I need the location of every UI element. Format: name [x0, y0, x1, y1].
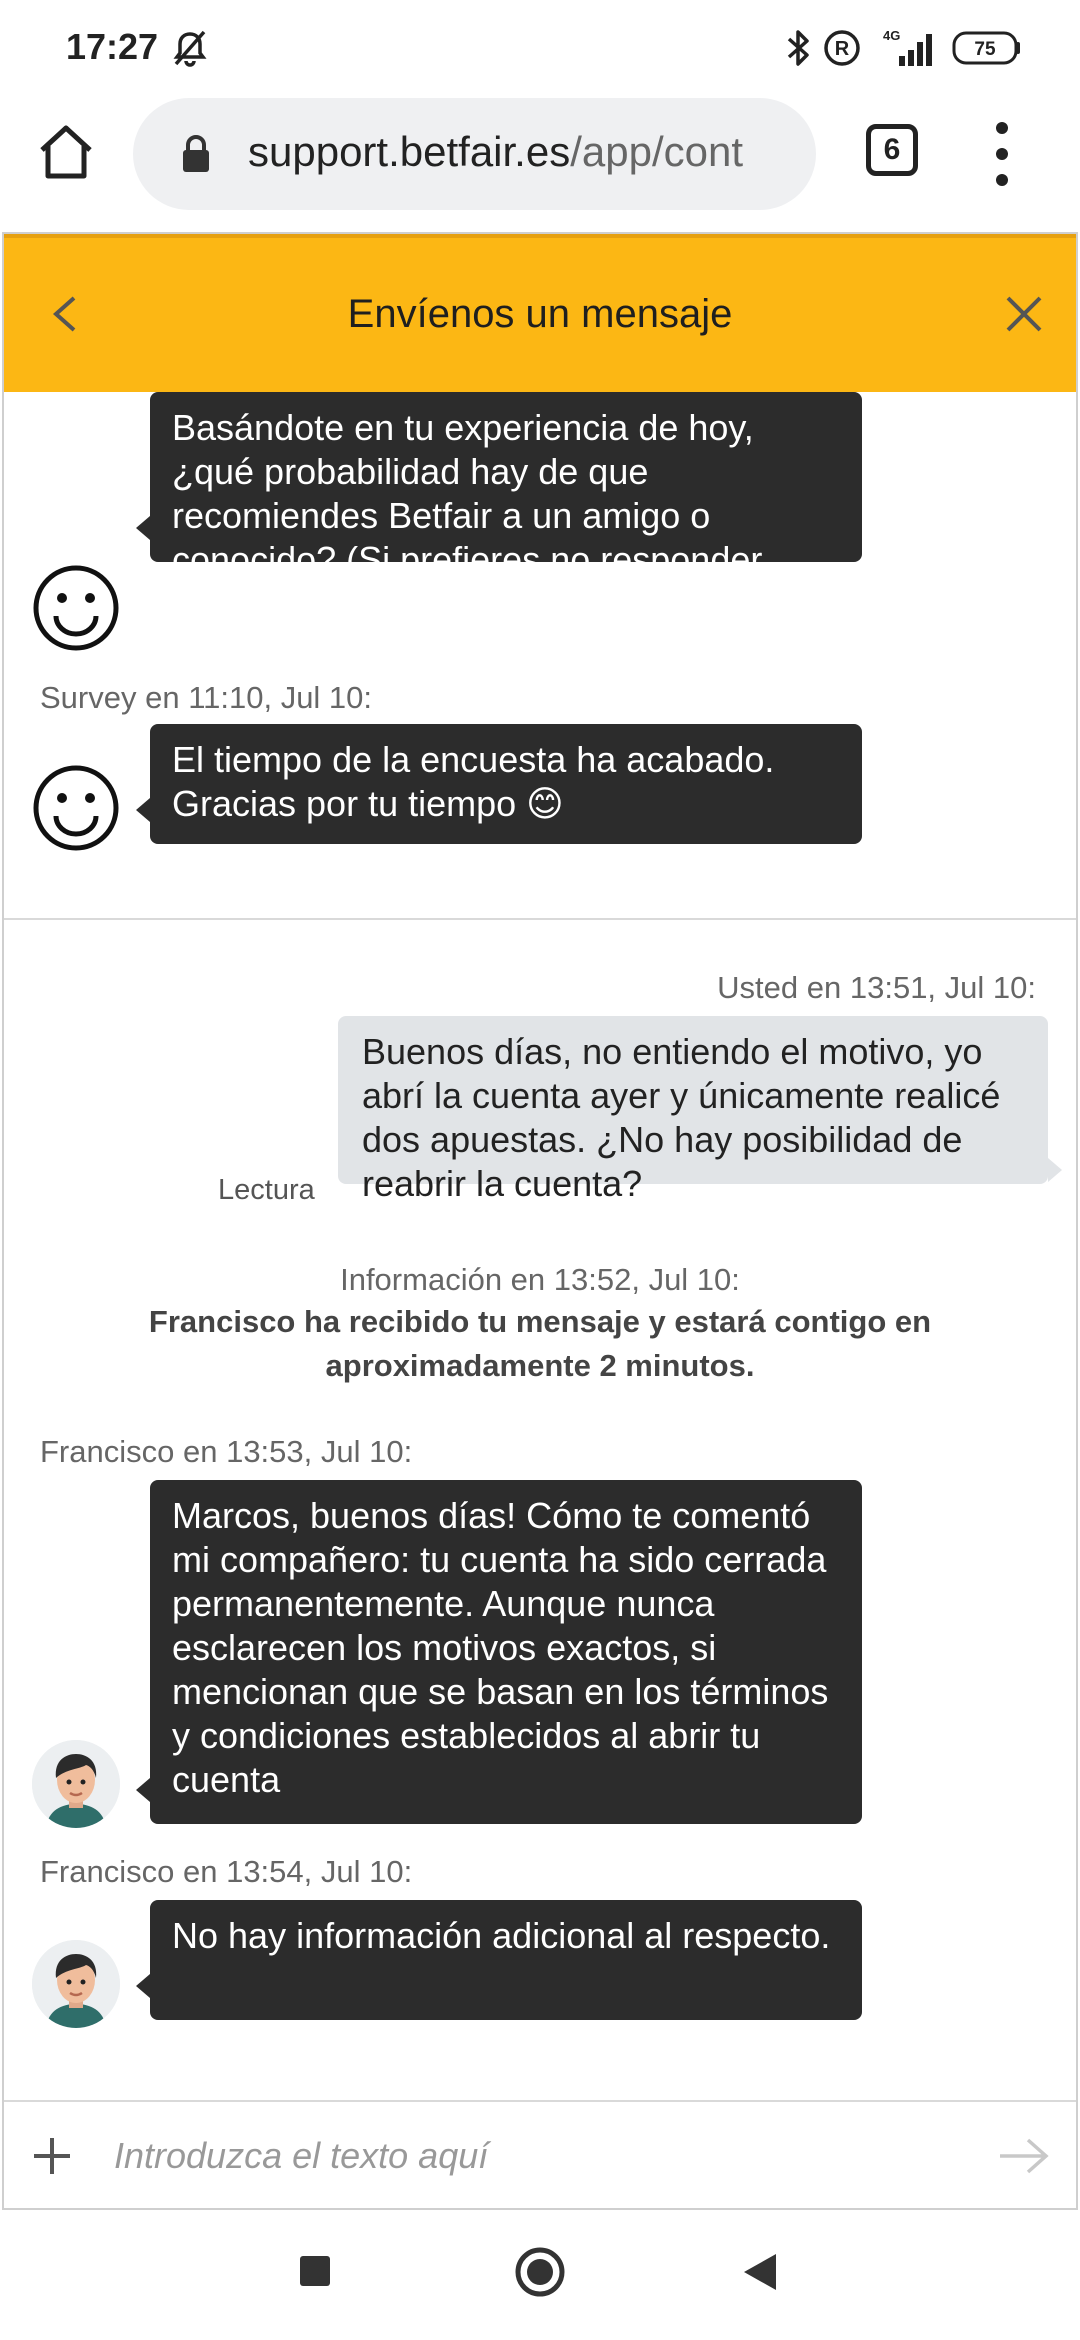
- system-navigation-bar: [0, 2212, 1080, 2340]
- bluetooth-icon: [780, 26, 816, 70]
- registered-roaming-icon: R: [822, 26, 862, 70]
- agent-message-bubble: Marcos, buenos días! Cómo te comentó mi …: [136, 1480, 862, 1824]
- info-meta: Información en 13:52, Jul 10:: [340, 1262, 740, 1297]
- cellular-signal-icon: 4G: [880, 26, 940, 70]
- survey-message-bubble: Basándote en tu experiencia de hoy, ¿qué…: [136, 392, 862, 624]
- home-icon[interactable]: [34, 120, 98, 184]
- url-path: /app/cont: [570, 128, 744, 175]
- survey-smiley-icon: [32, 564, 120, 652]
- lock-icon: [181, 134, 211, 174]
- address-bar[interactable]: support.betfair.es/app/cont: [133, 98, 816, 210]
- back-triangle-icon[interactable]: [742, 2252, 778, 2297]
- message-meta: Survey en 11:10, Jul 10:: [40, 680, 373, 715]
- message-text: Basándote en tu experiencia de hoy, ¿qué…: [172, 407, 771, 624]
- message-text: No hay información adicional al respecto…: [172, 1915, 831, 1956]
- user-message-bubble: Buenos días, no entiendo el motivo, yo a…: [338, 1016, 1062, 1204]
- info-message: Francisco ha recibido tu mensaje y estar…: [148, 1304, 932, 1383]
- message-text: Marcos, buenos días! Cómo te comentó mi …: [172, 1495, 829, 1800]
- svg-text:R: R: [835, 38, 850, 60]
- agent-avatar: [32, 1940, 120, 2028]
- survey-smiley-icon: [32, 764, 120, 852]
- agent-avatar: [32, 1740, 120, 1828]
- message-meta: Francisco en 13:53, Jul 10:: [40, 1434, 413, 1469]
- chat-widget: Envíenos un mensaje Basándote en tu expe…: [2, 232, 1078, 2210]
- send-arrow-icon[interactable]: [996, 2134, 1052, 2178]
- message-text: El tiempo de la encuesta ha acabado. Gra…: [172, 739, 775, 824]
- message-input[interactable]: [114, 2120, 964, 2192]
- message-text: Buenos días, no entiendo el motivo, yo a…: [362, 1031, 1001, 1204]
- svg-text:4G: 4G: [883, 28, 900, 43]
- chat-title: Envíenos un mensaje: [347, 292, 733, 336]
- recents-square-icon[interactable]: [298, 2254, 332, 2293]
- home-circle-icon[interactable]: [514, 2246, 566, 2303]
- chat-header: Envíenos un mensaje: [4, 234, 1076, 392]
- attach-plus-icon[interactable]: [30, 2134, 74, 2178]
- tab-switcher-button[interactable]: 6: [866, 124, 918, 176]
- browser-toolbar: support.betfair.es/app/cont 6: [0, 96, 1080, 232]
- battery-icon: 75: [952, 26, 1022, 70]
- agent-message-bubble: No hay información adicional al respecto…: [136, 1900, 862, 2020]
- svg-text:75: 75: [974, 39, 996, 60]
- survey-message-bubble: El tiempo de la encuesta ha acabado. Gra…: [136, 724, 862, 844]
- message-meta: Francisco en 13:54, Jul 10:: [40, 1854, 413, 1889]
- url-text: support.betfair.es/app/cont: [248, 128, 803, 176]
- status-bar: 17:27 R 4G 75: [0, 0, 1080, 96]
- more-options-icon[interactable]: [986, 122, 1018, 186]
- message-meta: Usted en 13:51, Jul 10:: [717, 970, 1036, 1005]
- chat-separator: [4, 918, 1076, 920]
- status-time: 17:27: [66, 26, 159, 67]
- read-receipt-label: Lectura: [218, 1174, 315, 1206]
- close-icon[interactable]: [1000, 290, 1048, 338]
- do-not-disturb-icon: [168, 26, 212, 70]
- message-composer: [4, 2100, 1076, 2208]
- url-host: support.betfair.es: [248, 128, 571, 175]
